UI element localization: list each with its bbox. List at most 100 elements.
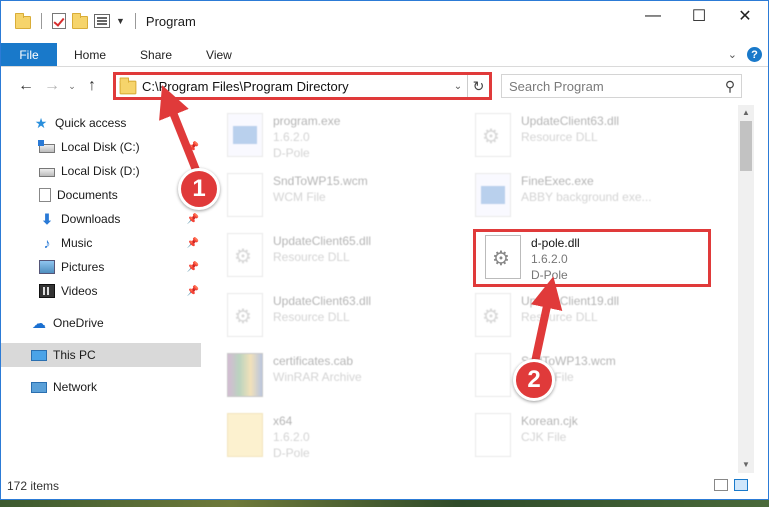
tiles-view-icon[interactable] <box>734 479 748 491</box>
file-detail: 1.6.2.0 <box>273 430 310 444</box>
pin-icon[interactable]: 📌 <box>187 286 199 297</box>
file-item[interactable]: FineExec.exe ABBY background exe... <box>455 167 695 225</box>
file-item[interactable]: SndToWP15.wcm WCM File <box>207 167 447 225</box>
sidebar-item-label: Music <box>61 236 93 250</box>
file-item[interactable]: UpdateClient63.dll Resource DLL <box>455 107 695 165</box>
file-item[interactable]: UpdateClient19.dll Resource DLL <box>455 287 695 345</box>
sidebar-item-documents[interactable]: Documents <box>1 183 201 207</box>
music-icon: ♪ <box>43 235 51 251</box>
sidebar-item-quick-access[interactable]: ★ Quick access <box>1 111 201 135</box>
address-dropdown-icon[interactable]: ⌄ <box>449 81 467 92</box>
dll-file-icon <box>227 233 263 277</box>
file-item[interactable]: Korean.cjk CJK File <box>455 407 695 465</box>
file-detail: 1.6.2.0 <box>273 130 310 144</box>
videos-icon <box>39 284 55 298</box>
file-icon <box>227 173 263 217</box>
quick-access-toolbar: ▼ Program <box>1 12 196 29</box>
sidebar-item-label: Quick access <box>55 116 127 130</box>
properties-icon[interactable] <box>94 14 110 28</box>
file-detail: D-Pole <box>273 146 310 160</box>
sidebar-item-music[interactable]: ♪ Music 📌 <box>1 231 201 255</box>
star-icon: ★ <box>34 115 48 131</box>
sidebar-item-local-disk-c[interactable]: Local Disk (C:) 📌 <box>1 135 201 159</box>
refresh-icon[interactable]: ↻ <box>467 75 489 97</box>
file-item[interactable]: x64 1.6.2.0 D-Pole <box>207 407 447 465</box>
recent-locations-chevron-icon[interactable]: ⌄ <box>65 81 79 92</box>
tab-home[interactable]: Home <box>57 43 123 66</box>
file-item[interactable]: program.exe 1.6.2.0 D-Pole <box>207 107 447 165</box>
expand-ribbon-chevron-icon[interactable]: ⌄ <box>728 48 737 61</box>
sidebar-item-label: This PC <box>53 348 96 362</box>
file-detail: Resource DLL <box>521 130 598 144</box>
close-button[interactable]: ✕ <box>722 1 768 31</box>
details-view-icon[interactable] <box>714 479 728 491</box>
desktop-background <box>0 500 769 507</box>
highlight-box <box>473 229 711 287</box>
window-title: Program <box>145 13 196 29</box>
pin-icon[interactable]: 📌 <box>187 262 199 273</box>
network-icon <box>31 381 47 393</box>
search-input[interactable]: Search Program <box>509 79 719 94</box>
divider <box>134 13 136 29</box>
file-name: program.exe <box>273 114 341 128</box>
sidebar-item-pictures[interactable]: Pictures 📌 <box>1 255 201 279</box>
properties-check-icon[interactable] <box>52 13 66 29</box>
forward-arrow-icon[interactable]: → <box>39 77 65 95</box>
sidebar-item-label: Pictures <box>61 260 105 274</box>
pictures-icon <box>39 260 55 274</box>
file-detail: Resource DLL <box>273 250 350 264</box>
sidebar-item-label: Videos <box>61 284 98 298</box>
file-name: x64 <box>273 414 293 428</box>
sidebar-item-videos[interactable]: Videos 📌 <box>1 279 201 303</box>
file-detail: CJK File <box>521 430 567 444</box>
sidebar-item-this-pc[interactable]: This PC <box>1 343 201 367</box>
scroll-up-icon[interactable]: ▲ <box>738 105 754 121</box>
tab-view[interactable]: View <box>189 43 249 66</box>
file-name: UpdateClient63.dll <box>273 294 372 308</box>
file-name: SndToWP15.wcm <box>273 174 368 188</box>
file-detail: Resource DLL <box>273 310 350 324</box>
qat-dropdown-icon[interactable]: ▼ <box>116 16 125 26</box>
pin-icon[interactable]: 📌 <box>187 238 199 249</box>
pin-icon[interactable]: 📌 <box>187 214 199 225</box>
sidebar-item-network[interactable]: Network <box>1 375 201 399</box>
dll-file-icon <box>227 293 263 337</box>
file-name: Korean.cjk <box>521 414 578 428</box>
sidebar-item-downloads[interactable]: ⬇ Downloads 📌 <box>1 207 201 231</box>
sidebar-item-label: Local Disk (D:) <box>61 164 140 178</box>
file-detail: Resource DLL <box>521 310 598 324</box>
address-path[interactable]: C:\Program Files\Program Directory <box>142 79 449 94</box>
file-list: program.exe 1.6.2.0 D-Pole UpdateClient6… <box>207 107 737 467</box>
window-controls: — ☐ ✕ <box>630 1 768 31</box>
pin-icon[interactable]: 📌 <box>187 142 199 153</box>
file-item[interactable]: UpdateClient65.dll Resource DLL <box>207 227 447 285</box>
scroll-down-icon[interactable]: ▼ <box>738 457 754 473</box>
maximize-button[interactable]: ☐ <box>676 1 722 31</box>
downloads-icon: ⬇ <box>41 211 53 227</box>
file-item[interactable]: certificates.cab WinRAR Archive <box>207 347 447 405</box>
address-bar[interactable]: C:\Program Files\Program Directory ⌄ ↻ <box>113 72 492 100</box>
tab-file[interactable]: File <box>1 43 57 66</box>
minimize-button[interactable]: — <box>630 1 676 31</box>
search-icon[interactable]: ⚲ <box>719 78 741 95</box>
documents-icon <box>39 188 51 202</box>
file-item[interactable]: SndToWP13.wcm WCM File <box>455 347 695 405</box>
step-badge-2: 2 <box>513 359 555 401</box>
up-arrow-icon[interactable]: ↑ <box>79 77 105 95</box>
folder-icon <box>227 413 263 457</box>
file-name: FineExec.exe <box>521 174 594 188</box>
onedrive-icon: ☁ <box>32 315 46 331</box>
file-detail: ABBY background exe... <box>521 190 652 204</box>
back-arrow-icon[interactable]: ← <box>13 77 39 95</box>
help-icon[interactable]: ? <box>747 47 762 62</box>
vertical-scrollbar[interactable]: ▲ ▼ <box>738 105 754 473</box>
search-box[interactable]: Search Program ⚲ <box>501 74 742 98</box>
scroll-thumb[interactable] <box>740 121 752 171</box>
file-item[interactable]: UpdateClient63.dll Resource DLL <box>207 287 447 345</box>
tab-share[interactable]: Share <box>123 43 189 66</box>
folder-icon[interactable] <box>15 12 31 29</box>
sidebar-item-local-disk-d[interactable]: Local Disk (D:) <box>1 159 201 183</box>
new-folder-icon[interactable] <box>72 12 88 29</box>
divider <box>41 13 42 29</box>
sidebar-item-onedrive[interactable]: ☁ OneDrive <box>1 311 201 335</box>
